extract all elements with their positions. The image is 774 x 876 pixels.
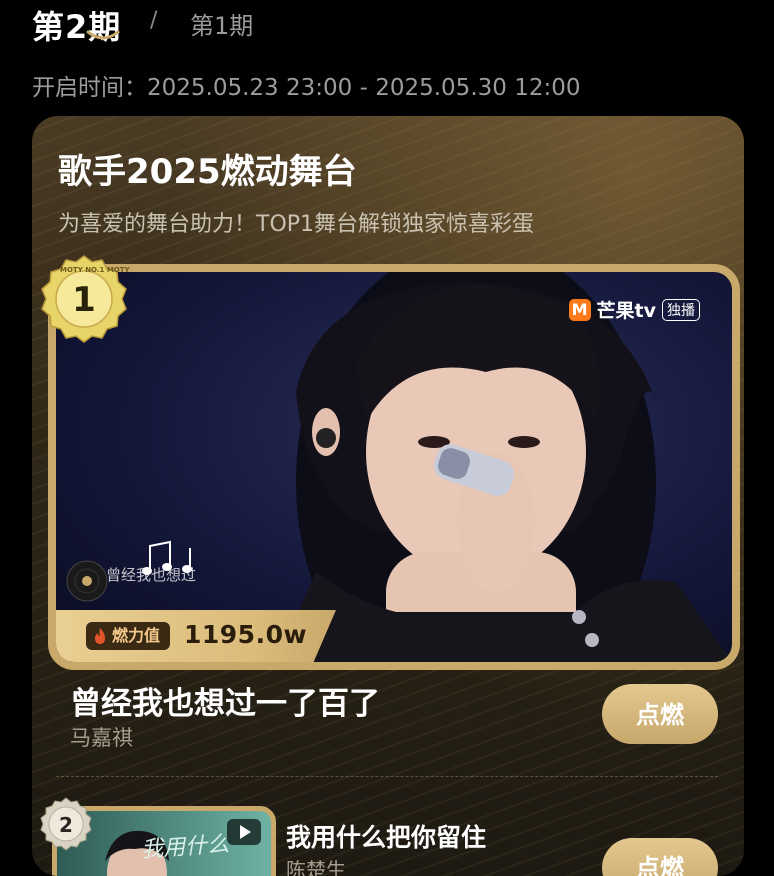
broadcaster-name: 芒果tv xyxy=(596,300,656,322)
exclusive-tag: 独播 xyxy=(662,298,700,321)
heat-badge: 燃力值 xyxy=(86,622,171,650)
lyric-caption: 曾经我也想过 xyxy=(106,566,197,584)
song-artist: 马嘉祺 xyxy=(70,726,133,750)
flame-icon xyxy=(95,628,105,644)
ignite-button[interactable]: 点燃 xyxy=(602,684,718,744)
open-time-label: 开启时间： xyxy=(32,75,147,101)
broadcaster-logo: M 芒果tv 独播 xyxy=(568,296,700,323)
rank-2-medal-icon: 2 xyxy=(40,797,92,851)
period-tabs: 第2期 / 第1期 xyxy=(32,0,732,46)
rank-1-number: 1 xyxy=(72,280,96,320)
song-title: 曾经我也想过一了百了 xyxy=(70,686,380,722)
song-2-artist: 陈楚生 xyxy=(286,858,346,876)
stage-ranking-card: 歌手2025燃动舞台 为喜爱的舞台助力！TOP1舞台解锁独家惊喜彩蛋 M 芒果t… xyxy=(32,116,744,876)
active-tab-indicator xyxy=(86,30,120,40)
stage-2-thumb-text: 我用什么 xyxy=(140,831,230,864)
tab-separator: / xyxy=(150,8,158,33)
rank-1-medal-icon: MOTY NO.1 MOTY 1 xyxy=(41,255,130,343)
featured-stage-video[interactable]: M 芒果tv 独播 曾经我也想过 燃力值 1195.0w xyxy=(48,264,740,670)
card-subtitle: 为喜爱的舞台助力！TOP1舞台解锁独家惊喜彩蛋 xyxy=(58,212,535,237)
card-title: 歌手2025燃动舞台 xyxy=(58,152,357,192)
heat-value: 1195.0w xyxy=(184,620,308,649)
ignite-button-2[interactable]: 点燃 xyxy=(602,838,718,876)
heat-bar: 燃力值 1195.0w xyxy=(56,610,336,662)
mango-tv-icon: M xyxy=(568,298,591,321)
tab-period-1[interactable]: 第1期 xyxy=(190,6,253,41)
divider xyxy=(56,776,718,777)
open-time-value: 2025.05.23 23:00 - 2025.05.30 12:00 xyxy=(147,75,581,101)
play-icon[interactable] xyxy=(227,819,261,845)
vinyl-icon xyxy=(66,560,108,602)
medal-text: MOTY NO.1 MOTY xyxy=(60,266,130,274)
singer-photo xyxy=(276,272,732,662)
open-time: 开启时间：2025.05.23 23:00 - 2025.05.30 12:00 xyxy=(32,68,581,102)
heat-label: 燃力值 xyxy=(112,626,161,645)
rank-2-number: 2 xyxy=(59,813,73,837)
song-2-title: 我用什么把你留住 xyxy=(286,823,487,852)
